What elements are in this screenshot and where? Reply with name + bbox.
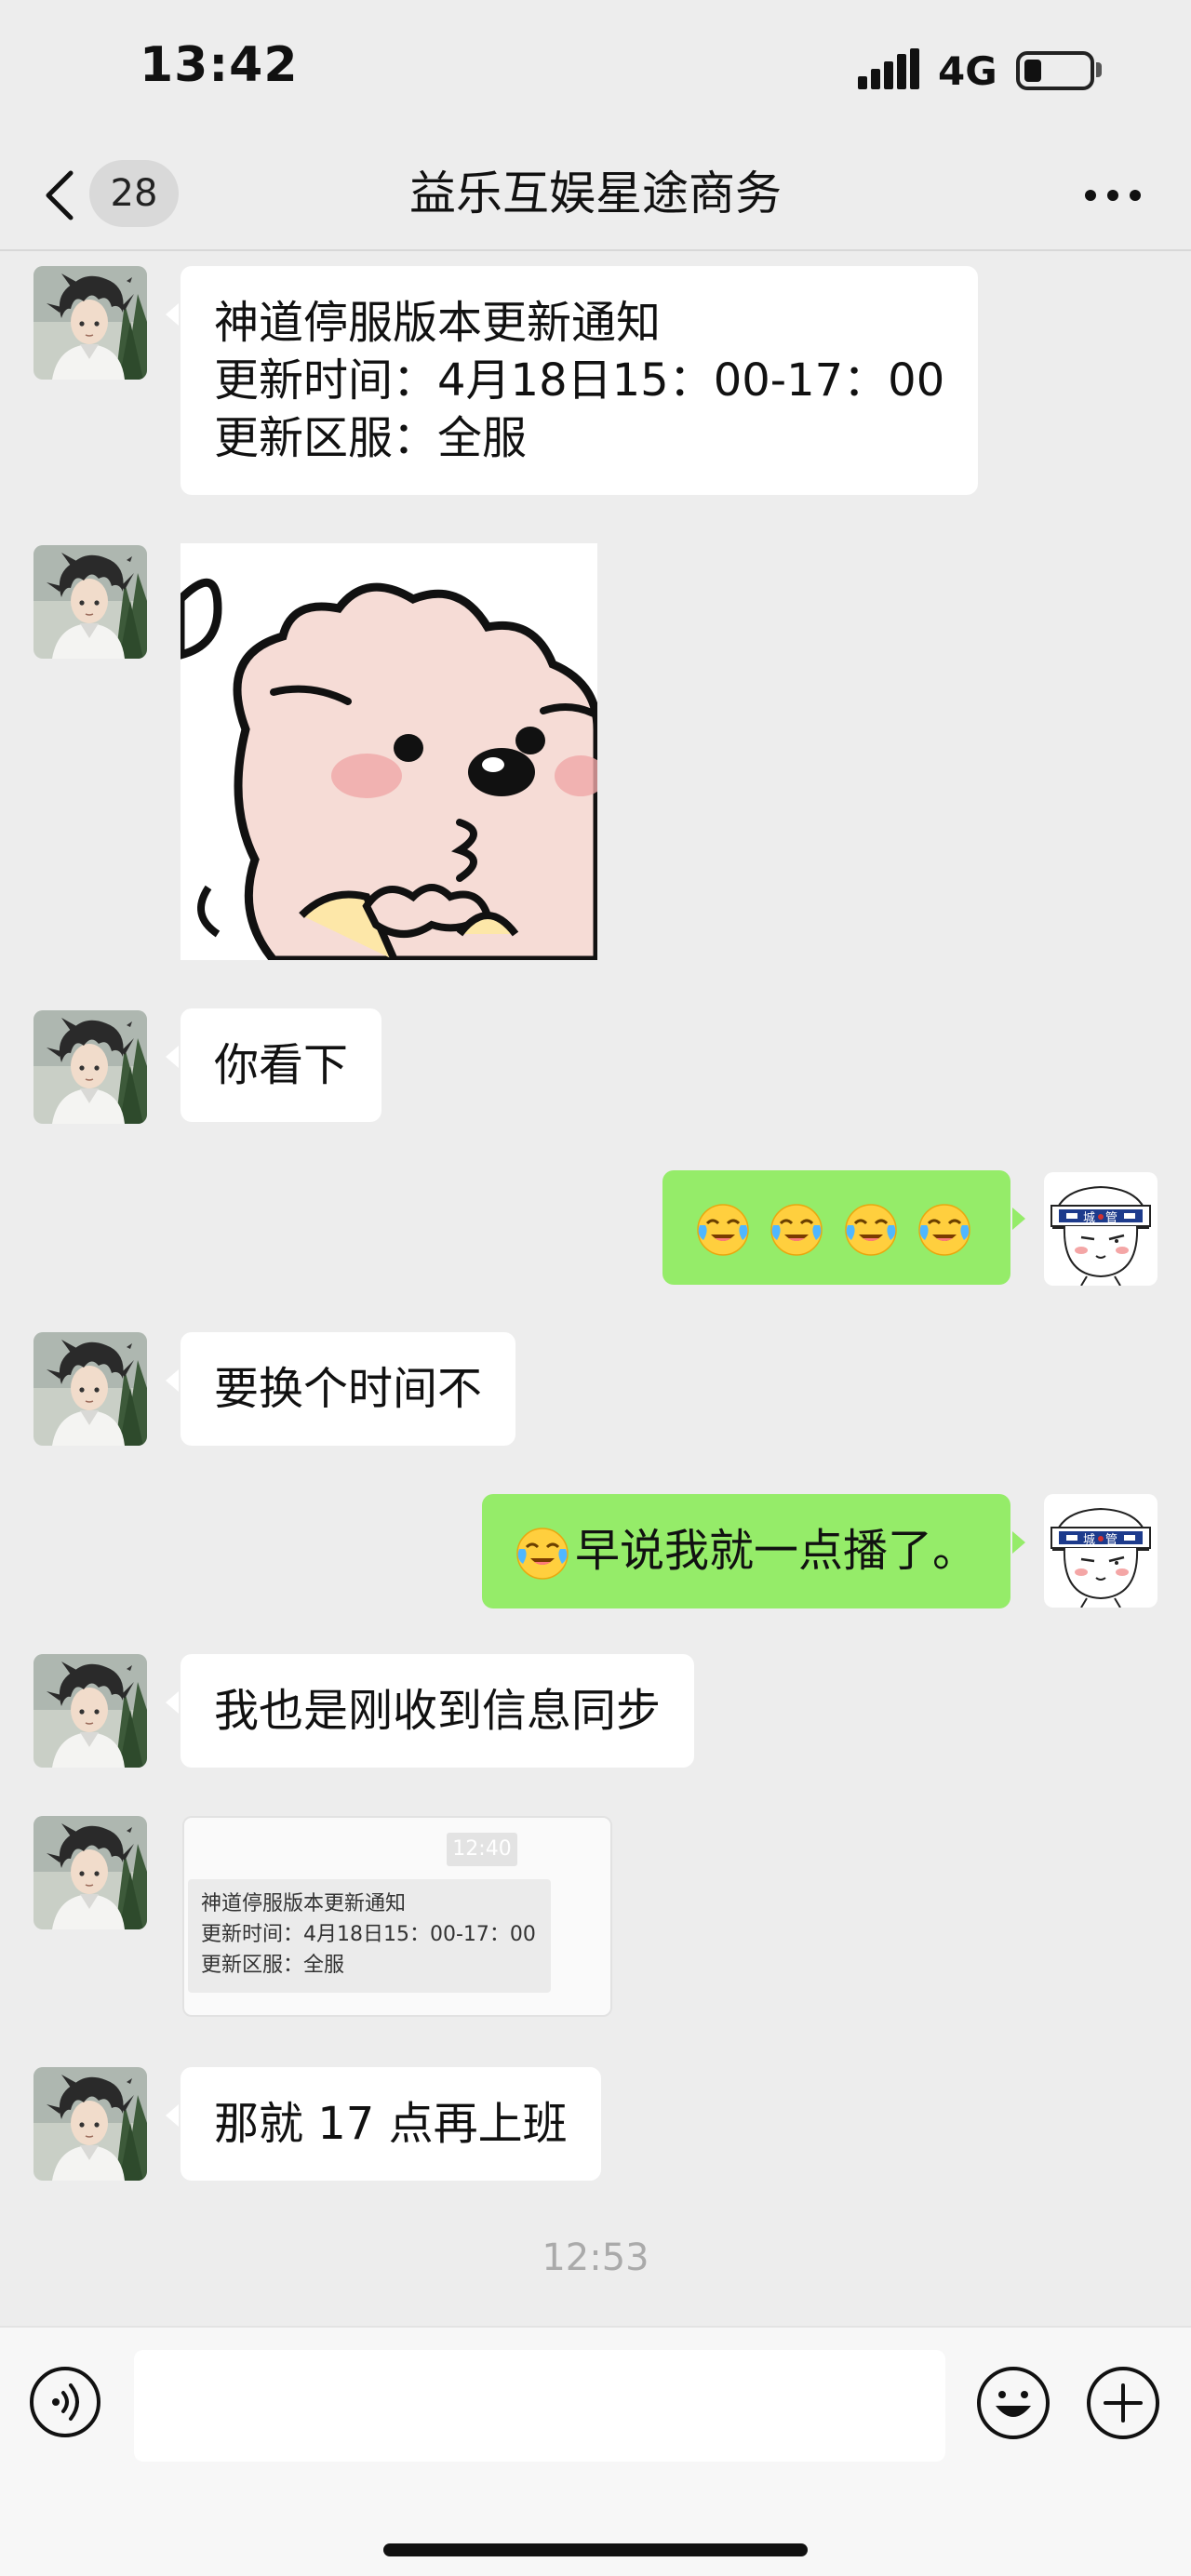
message-bubble-incoming[interactable]: 你看下	[165, 1008, 382, 1122]
battery-tip	[1096, 62, 1102, 77]
plus-icon[interactable]	[1085, 2365, 1161, 2441]
crying-laughing-emoji	[696, 1203, 750, 1257]
status-time: 13:42	[140, 37, 299, 93]
message-text: 你看下	[214, 1039, 349, 1091]
message-text: 我也是刚收到信息同步	[214, 1685, 662, 1737]
crying-laughing-emoji	[515, 1527, 569, 1581]
message-text: 要换个时间不	[214, 1363, 483, 1415]
screenshot-text: 更新区服：全服	[201, 1954, 345, 1977]
message-text: 更新时间：4月18日15：00-17：00	[214, 354, 945, 407]
message-input[interactable]	[134, 2350, 945, 2462]
battery-icon	[1016, 51, 1094, 90]
message-text: 那就 17 点再上班	[214, 2098, 568, 2150]
message-bubble-incoming[interactable]: 神道停服版本更新通知 更新时间：4月18日15：00-17：00 更新区服：全服	[165, 266, 979, 495]
contact-avatar[interactable]	[33, 2067, 147, 2181]
contact-avatar[interactable]	[33, 1332, 147, 1446]
message-bubble-incoming[interactable]: 要换个时间不	[165, 1332, 516, 1446]
forwarded-screenshot-image[interactable]: 12:40 神道停服版本更新通知 更新时间：4月18日15：00-17：00 更…	[182, 1816, 612, 2017]
screenshot-text: 神道停服版本更新通知	[201, 1892, 407, 1915]
message-text: 神道停服版本更新通知	[214, 297, 662, 349]
contact-avatar[interactable]	[33, 1654, 147, 1768]
sheep-sticker[interactable]	[181, 543, 597, 960]
input-bar	[0, 2326, 1191, 2576]
self-avatar[interactable]	[1044, 1494, 1158, 1608]
voice-icon[interactable]	[28, 2365, 102, 2439]
emoji-face-icon[interactable]	[975, 2365, 1051, 2441]
home-indicator	[383, 2543, 808, 2556]
message-bubble-incoming[interactable]: 我也是刚收到信息同步	[165, 1654, 695, 1768]
message-bubble-incoming[interactable]: 那就 17 点再上班	[166, 2067, 601, 2181]
screenshot-text: 更新时间：4月18日15：00-17：00	[201, 1923, 536, 1946]
chat-header: 28 益乐互娱星途商务	[0, 140, 1191, 251]
status-bar: 13:42 4G	[0, 0, 1191, 140]
signal-icon	[858, 48, 919, 89]
message-line: 早说我就一点播了。	[515, 1522, 977, 1581]
crying-laughing-emoji	[844, 1203, 898, 1257]
contact-avatar[interactable]	[33, 266, 147, 380]
crying-laughing-emoji	[769, 1203, 823, 1257]
contact-avatar[interactable]	[33, 1816, 147, 1929]
screenshot-time: 12:40	[447, 1833, 517, 1866]
crying-laughing-emoji	[917, 1203, 971, 1257]
network-type: 4G	[938, 48, 997, 94]
message-bubble-outgoing[interactable]	[662, 1170, 1025, 1285]
chat-title: 益乐互娱星途商务	[409, 167, 782, 220]
message-bubble-outgoing[interactable]: 早说我就一点播了。	[481, 1494, 1026, 1608]
message-timestamp: 12:53	[542, 2236, 649, 2279]
message-list[interactable]: 神道停服版本更新通知 更新时间：4月18日15：00-17：00 更新区服：全服…	[0, 253, 1191, 2324]
contact-avatar[interactable]	[33, 545, 147, 659]
self-avatar[interactable]	[1044, 1172, 1158, 1286]
message-text: 更新区服：全服	[214, 412, 528, 464]
message-text: 早说我就一点播了。	[574, 1525, 977, 1577]
contact-avatar[interactable]	[33, 1010, 147, 1124]
more-dots-icon[interactable]	[1083, 188, 1143, 203]
screenshot-bubble: 神道停服版本更新通知 更新时间：4月18日15：00-17：00 更新区服：全服	[188, 1879, 551, 1993]
